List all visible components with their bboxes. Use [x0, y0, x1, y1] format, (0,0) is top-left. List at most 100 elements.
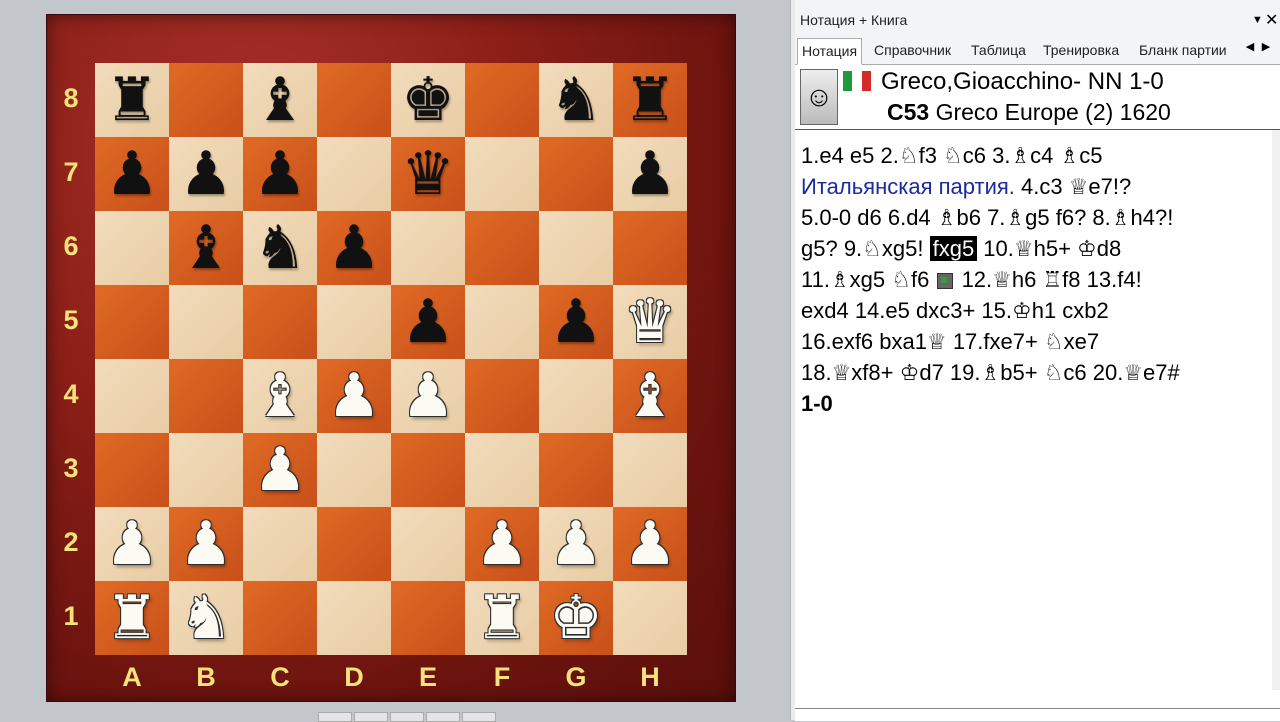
square-c3[interactable]: ♟ — [243, 433, 317, 507]
mini-button[interactable] — [426, 712, 460, 722]
square-b8[interactable] — [169, 63, 243, 137]
square-g3[interactable] — [539, 433, 613, 507]
black-pawn-piece[interactable]: ♟ — [623, 144, 677, 204]
square-c1[interactable] — [243, 581, 317, 655]
square-h6[interactable] — [613, 211, 687, 285]
black-rook-piece[interactable]: ♜ — [623, 70, 677, 130]
square-c4[interactable]: ♝ — [243, 359, 317, 433]
square-f1[interactable]: ♜ — [465, 581, 539, 655]
square-b4[interactable] — [169, 359, 243, 433]
square-f8[interactable] — [465, 63, 539, 137]
black-knight-piece[interactable]: ♞ — [549, 70, 603, 130]
white-pawn-piece[interactable]: ♟ — [401, 366, 455, 426]
square-e3[interactable] — [391, 433, 465, 507]
move-text[interactable]: 4.c3 ♕e7!? — [1015, 174, 1131, 199]
notation-line[interactable]: 1.e4 e5 2.♘f3 ♘c6 3.♗c4 ♗c5 — [801, 140, 1266, 171]
tab-reference[interactable]: Справочник — [870, 38, 955, 63]
square-h7[interactable]: ♟ — [613, 137, 687, 211]
square-c7[interactable]: ♟ — [243, 137, 317, 211]
black-bishop-piece[interactable]: ♝ — [179, 218, 233, 278]
square-d3[interactable] — [317, 433, 391, 507]
board-mini-toolbar[interactable] — [318, 712, 498, 722]
square-g8[interactable]: ♞ — [539, 63, 613, 137]
white-pawn-piece[interactable]: ♟ — [105, 514, 159, 574]
square-d5[interactable] — [317, 285, 391, 359]
square-e2[interactable] — [391, 507, 465, 581]
square-g6[interactable] — [539, 211, 613, 285]
square-d8[interactable] — [317, 63, 391, 137]
square-f2[interactable]: ♟ — [465, 507, 539, 581]
square-c2[interactable] — [243, 507, 317, 581]
white-pawn-piece[interactable]: ♟ — [179, 514, 233, 574]
square-g2[interactable]: ♟ — [539, 507, 613, 581]
square-e7[interactable]: ♛ — [391, 137, 465, 211]
square-f6[interactable] — [465, 211, 539, 285]
square-e5[interactable]: ♟ — [391, 285, 465, 359]
black-pawn-piece[interactable]: ♟ — [105, 144, 159, 204]
notation-line[interactable]: 5.0-0 d6 6.d4 ♗b6 7.♗g5 f6? 8.♗h4?! — [801, 202, 1266, 233]
white-king-piece[interactable]: ♚ — [549, 588, 603, 648]
square-e8[interactable]: ♚ — [391, 63, 465, 137]
close-icon[interactable]: ✕ — [1265, 10, 1278, 30]
square-h4[interactable]: ♝ — [613, 359, 687, 433]
tab-table[interactable]: Таблица — [967, 38, 1030, 63]
chessboard[interactable]: ♜ ♝ ♚ ♞ ♜ ♟ ♟ ♟ ♛ ♟ ♝ ♞ ♟ ♟ ♟ ♛ ♝ ♟ ♟ ♝ ♟ ♟ ♟ ♟ ♟ ♟ ♜ ♞ ♜ ♚ — [95, 63, 687, 655]
tab-notation[interactable]: Нотация — [797, 38, 863, 65]
tab-game-sheet[interactable]: Бланк партии — [1135, 38, 1231, 63]
square-a3[interactable] — [95, 433, 169, 507]
white-pawn-piece[interactable]: ♟ — [327, 366, 381, 426]
square-a6[interactable] — [95, 211, 169, 285]
square-c8[interactable]: ♝ — [243, 63, 317, 137]
square-h5[interactable]: ♛ — [613, 285, 687, 359]
square-a1[interactable]: ♜ — [95, 581, 169, 655]
square-c6[interactable]: ♞ — [243, 211, 317, 285]
move-text[interactable]: 10.♕h5+ ♔d8 — [977, 236, 1121, 261]
square-a4[interactable] — [95, 359, 169, 433]
square-a8[interactable]: ♜ — [95, 63, 169, 137]
white-pawn-piece[interactable]: ♟ — [549, 514, 603, 574]
board-eval-icon[interactable] — [937, 273, 954, 290]
white-pawn-piece[interactable]: ♟ — [253, 440, 307, 500]
move-text[interactable]: g5? 9.♘xg5! — [801, 236, 930, 261]
white-bishop-piece[interactable]: ♝ — [623, 366, 677, 426]
white-knight-piece[interactable]: ♞ — [179, 588, 233, 648]
white-pawn-piece[interactable]: ♟ — [623, 514, 677, 574]
black-pawn-piece[interactable]: ♟ — [327, 218, 381, 278]
white-rook-piece[interactable]: ♜ — [105, 588, 159, 648]
mini-button[interactable] — [354, 712, 388, 722]
move-text[interactable]: 11.♗xg5 ♘f6 — [801, 267, 935, 292]
notation-scrollbar[interactable] — [1272, 130, 1280, 690]
mini-button[interactable] — [390, 712, 424, 722]
black-pawn-piece[interactable]: ♟ — [179, 144, 233, 204]
square-g1[interactable]: ♚ — [539, 581, 613, 655]
square-h1[interactable] — [613, 581, 687, 655]
square-g5[interactable]: ♟ — [539, 285, 613, 359]
black-king-piece[interactable]: ♚ — [401, 70, 455, 130]
white-queen-piece[interactable]: ♛ — [623, 292, 677, 352]
mini-button[interactable] — [462, 712, 496, 722]
square-a2[interactable]: ♟ — [95, 507, 169, 581]
square-b6[interactable]: ♝ — [169, 211, 243, 285]
white-rook-piece[interactable]: ♜ — [475, 588, 529, 648]
square-b2[interactable]: ♟ — [169, 507, 243, 581]
square-e6[interactable] — [391, 211, 465, 285]
square-f3[interactable] — [465, 433, 539, 507]
square-b5[interactable] — [169, 285, 243, 359]
black-rook-piece[interactable]: ♜ — [105, 70, 159, 130]
black-pawn-piece[interactable]: ♟ — [253, 144, 307, 204]
notation-text[interactable]: 1.e4 e5 2.♘f3 ♘c6 3.♗c4 ♗c5 Итальянская … — [801, 140, 1266, 419]
mini-button[interactable] — [318, 712, 352, 722]
white-pawn-piece[interactable]: ♟ — [475, 514, 529, 574]
square-d7[interactable] — [317, 137, 391, 211]
notation-line[interactable]: g5? 9.♘xg5! fxg5 10.♕h5+ ♔d8 — [801, 233, 1266, 264]
black-pawn-piece[interactable]: ♟ — [401, 292, 455, 352]
square-g7[interactable] — [539, 137, 613, 211]
square-c5[interactable] — [243, 285, 317, 359]
notation-line[interactable]: 16.exf6 bxa1♕ 17.fxe7+ ♘xe7 — [801, 326, 1266, 357]
black-pawn-piece[interactable]: ♟ — [549, 292, 603, 352]
current-move[interactable]: fxg5 — [929, 236, 978, 261]
square-h3[interactable] — [613, 433, 687, 507]
square-b3[interactable] — [169, 433, 243, 507]
square-b1[interactable]: ♞ — [169, 581, 243, 655]
square-e4[interactable]: ♟ — [391, 359, 465, 433]
